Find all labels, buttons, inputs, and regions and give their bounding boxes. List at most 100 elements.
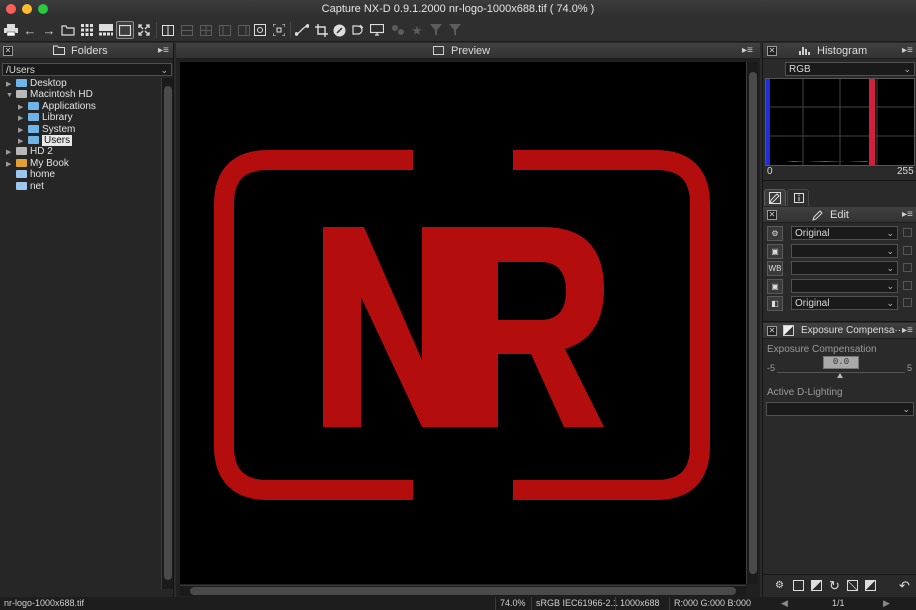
folder-tree-item[interactable]: ▶ My Book <box>6 158 69 170</box>
color-picker-icon[interactable] <box>330 21 348 39</box>
folder-tree-item[interactable]: ▶ System <box>18 124 75 136</box>
edit-dropdown[interactable]: ⌄ <box>791 243 898 258</box>
edit-row: ▣ ⌄ <box>767 278 912 294</box>
levels-curves-icon[interactable] <box>293 21 311 39</box>
close-panel-icon[interactable]: ✕ <box>767 210 777 220</box>
single-view-icon[interactable] <box>116 21 134 39</box>
filter-icon[interactable] <box>427 21 445 39</box>
close-panel-icon[interactable]: ✕ <box>767 46 777 56</box>
compare-3-icon[interactable] <box>197 21 215 39</box>
levels-icon[interactable] <box>847 580 858 591</box>
histogram-channel-dropdown[interactable]: RGB ⌄ <box>785 62 915 76</box>
histogram-baseline <box>770 161 869 162</box>
edit-checkbox[interactable] <box>903 245 912 255</box>
panel-menu-icon[interactable]: ▸≡ <box>902 45 913 56</box>
back-arrow-icon[interactable]: ← <box>21 21 39 39</box>
info-icon <box>794 193 804 203</box>
noise-icon[interactable]: ▣ <box>767 278 783 294</box>
chevron-down-icon: ⌄ <box>902 404 910 414</box>
preview-image[interactable] <box>180 62 746 584</box>
edit-checkbox[interactable] <box>903 280 912 290</box>
window-title: Capture NX-D 0.9.1.2000 nr-logo-1000x688… <box>321 3 595 15</box>
preview-vertical-scrollbar[interactable] <box>746 62 758 584</box>
forward-arrow-icon[interactable]: → <box>40 21 58 39</box>
folder-tree-item[interactable]: net <box>6 181 44 193</box>
tab-info[interactable] <box>787 189 809 206</box>
close-panel-icon[interactable]: ✕ <box>767 326 777 336</box>
chevron-down-icon: ⌄ <box>886 245 894 256</box>
edit-dropdown[interactable]: ⌄ <box>791 278 898 293</box>
path-dropdown[interactable]: /Users ⌄ <box>2 63 172 76</box>
open-folder-icon[interactable] <box>59 21 77 39</box>
folders-scrollbar[interactable] <box>161 78 173 589</box>
scrollbar-thumb[interactable] <box>164 86 172 580</box>
folder-icon <box>16 79 27 87</box>
nr-adjust-icon[interactable]: ⚙ <box>775 580 784 591</box>
edit-row: ⚙ Original ⌄ <box>767 226 912 241</box>
monitor-icon[interactable] <box>368 21 386 39</box>
lost-highlight-icon[interactable] <box>251 21 269 39</box>
preview-horizontal-scrollbar[interactable] <box>180 585 746 596</box>
preview-panel: Preview ▸≡ <box>176 43 760 597</box>
focus-point-icon[interactable] <box>270 21 288 39</box>
panel-menu-icon[interactable]: ▸≡ <box>158 45 169 56</box>
edit-checkbox[interactable] <box>903 263 912 273</box>
folder-tree-item[interactable]: ▶ Applications <box>18 101 96 113</box>
exposure-panel-header: ✕ Exposure Compensa··· ▸≡ <box>763 323 916 339</box>
print-icon[interactable] <box>2 21 20 39</box>
chevron-down-icon: ⌄ <box>886 228 894 238</box>
folder-icon <box>28 113 39 122</box>
folder-tree-item[interactable]: ▶ HD 2 <box>6 146 53 158</box>
gear-icon[interactable]: ⚙ <box>767 226 783 241</box>
filmstrip-icon[interactable] <box>97 21 115 39</box>
crop-icon[interactable] <box>312 21 330 39</box>
folder-icon <box>28 101 39 110</box>
edit-dropdown[interactable]: Original ⌄ <box>791 226 898 240</box>
folder-tree-item[interactable]: ▶ Library <box>18 112 73 124</box>
folder-tree-item[interactable]: ▶ Desktop <box>6 78 67 90</box>
edit-dropdown[interactable]: ⌄ <box>791 261 898 276</box>
exposure-label: Exposure Compensation <box>767 344 877 355</box>
page-prev-icon[interactable]: ◀ <box>781 597 788 610</box>
histogram-blue-peak <box>766 79 770 165</box>
straighten-icon[interactable] <box>348 21 366 39</box>
exposure-value-field[interactable]: 0.0 <box>823 356 859 369</box>
close-panel-icon[interactable]: ✕ <box>3 46 13 56</box>
tab-edit[interactable] <box>764 189 786 206</box>
expanded-triangle-icon[interactable]: ▼ <box>6 90 16 102</box>
panel-menu-icon[interactable]: ▸≡ <box>902 209 913 220</box>
divider <box>763 180 916 181</box>
panel-menu-icon[interactable]: ▸≡ <box>742 45 753 56</box>
exposure-adjust-icon[interactable] <box>811 580 822 591</box>
scrollbar-thumb[interactable] <box>190 587 736 595</box>
folder-tree-item[interactable]: ▶ Users <box>18 135 73 147</box>
chevron-down-icon: ⌄ <box>886 280 894 291</box>
folder-tree-item[interactable]: ▼ Macintosh HD <box>6 89 93 101</box>
dlighting-dropdown[interactable]: ⌄ <box>766 402 914 416</box>
toolbar-separator <box>290 22 291 38</box>
full-screen-icon[interactable] <box>135 21 153 39</box>
rating-star-icon[interactable]: ★ <box>408 21 426 39</box>
page-next-icon[interactable]: ▶ <box>883 597 890 610</box>
compare-icon[interactable] <box>159 21 177 39</box>
panel-menu-icon[interactable]: ▸≡ <box>902 325 913 336</box>
thumbnail-grid-icon[interactable] <box>78 21 96 39</box>
edit-checkbox[interactable] <box>903 298 912 308</box>
rotate-icon[interactable]: ↻ <box>829 578 840 594</box>
label-icon[interactable] <box>389 21 407 39</box>
scrollbar-thumb[interactable] <box>749 72 757 574</box>
picture-control-icon[interactable]: ▣ <box>767 243 783 259</box>
compare-4-icon[interactable] <box>216 21 234 39</box>
exposure-slider-handle[interactable] <box>837 373 843 378</box>
edit-dropdown[interactable]: Original ⌄ <box>791 296 898 311</box>
panel-title: Folders <box>71 45 108 57</box>
folder-tree-item[interactable]: home <box>6 169 55 181</box>
undo-icon[interactable]: ↶ <box>899 578 910 594</box>
crop-frame-icon[interactable] <box>793 580 804 591</box>
filter-clear-icon[interactable] <box>446 21 464 39</box>
edit-checkbox[interactable] <box>903 228 912 237</box>
vignette-icon[interactable]: ◧ <box>767 296 783 312</box>
compare-2-icon[interactable] <box>178 21 196 39</box>
contrast-icon[interactable] <box>865 580 876 591</box>
white-balance-icon[interactable]: WB <box>767 261 783 277</box>
